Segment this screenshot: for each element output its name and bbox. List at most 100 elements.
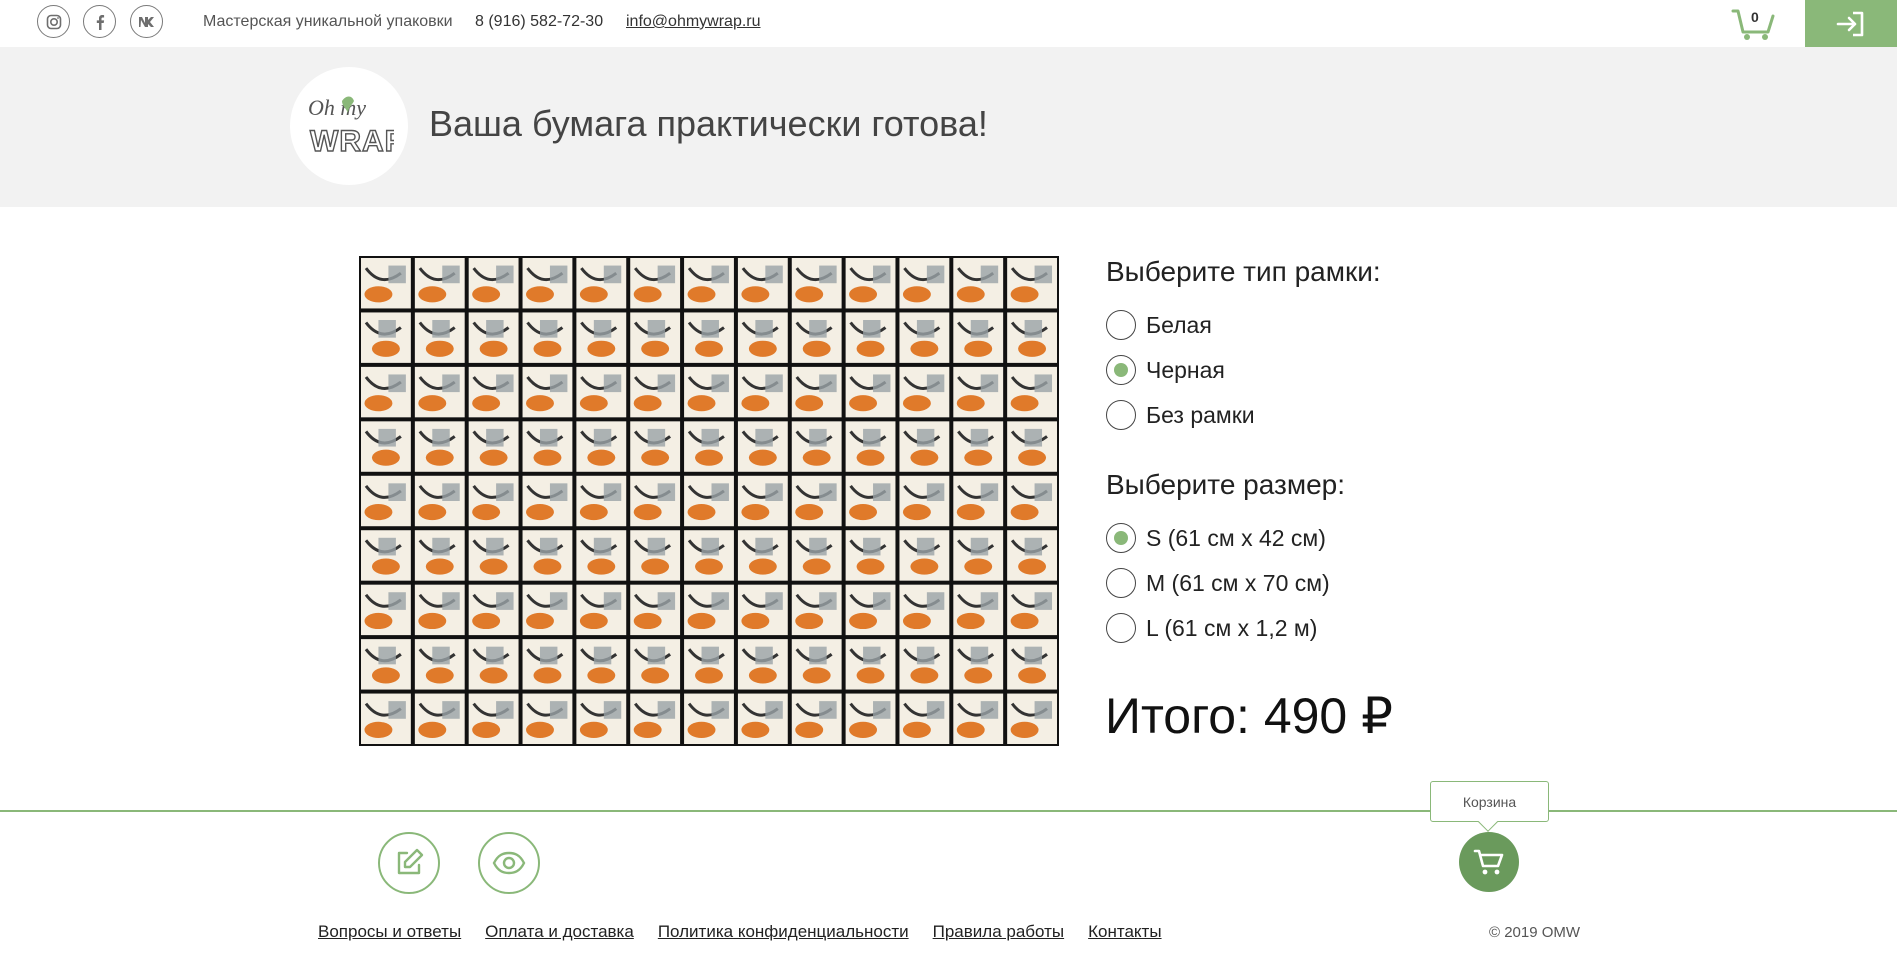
size-option-label: S (61 см х 42 см)	[1146, 524, 1326, 551]
pattern-tile	[1007, 366, 1057, 418]
logo[interactable]: Oh my WRAP	[290, 67, 408, 185]
pattern-tile	[468, 693, 519, 744]
radio-button[interactable]	[1106, 355, 1136, 385]
cart-count-badge: 0	[1751, 9, 1759, 25]
pattern-tile	[522, 475, 573, 527]
pattern-tile	[522, 639, 573, 690]
footer-link[interactable]: Политика конфиденциальности	[658, 922, 909, 942]
pattern-tile	[953, 475, 1004, 527]
pattern-tile	[737, 693, 788, 744]
pattern-tile	[845, 693, 896, 744]
vk-icon[interactable]	[130, 5, 163, 38]
size-option[interactable]: S (61 см х 42 см)	[1106, 522, 1326, 554]
phone-number[interactable]: 8 (916) 582-72-30	[475, 13, 603, 31]
footer-link[interactable]: Правила работы	[933, 922, 1064, 942]
radio-button[interactable]	[1106, 400, 1136, 430]
radio-button[interactable]	[1106, 523, 1136, 553]
size-option-label: M (61 см х 70 см)	[1146, 569, 1330, 596]
pattern-tile	[630, 584, 681, 636]
frame-type-option-label: Без рамки	[1146, 401, 1255, 428]
footer-divider	[0, 810, 1897, 812]
pattern-tile	[845, 258, 896, 309]
frame-type-option[interactable]: Без рамки	[1106, 399, 1255, 431]
pattern-tile	[791, 312, 842, 363]
pattern-tile	[522, 693, 573, 744]
footer-links: Вопросы и ответы Оплата и доставка Политик…	[318, 922, 1162, 942]
pattern-tile	[953, 421, 1004, 472]
add-to-cart-button[interactable]	[1459, 832, 1519, 892]
pattern-tile	[522, 258, 573, 309]
pattern-tile	[791, 421, 842, 472]
pattern-tile	[414, 475, 465, 527]
radio-button[interactable]	[1106, 613, 1136, 643]
radio-selected-dot	[1114, 363, 1128, 377]
pattern-tile	[845, 530, 896, 581]
radio-button[interactable]	[1106, 568, 1136, 598]
pattern-tile	[737, 584, 788, 636]
pattern-tile	[414, 639, 465, 690]
pattern-tile	[737, 475, 788, 527]
facebook-icon[interactable]	[83, 5, 116, 38]
pattern-tile	[684, 693, 734, 744]
pattern-tile	[468, 639, 519, 690]
pattern-tile	[630, 693, 681, 744]
pattern-tile	[576, 584, 627, 636]
size-option-label: L (61 см х 1,2 м)	[1146, 614, 1318, 641]
size-option[interactable]: L (61 см х 1,2 м)	[1106, 612, 1317, 644]
pattern-tile	[953, 693, 1004, 744]
pattern-tile	[845, 584, 896, 636]
pattern-tile	[953, 312, 1004, 363]
radio-button[interactable]	[1106, 310, 1136, 340]
pattern-tile	[845, 312, 896, 363]
pattern-tile	[791, 693, 842, 744]
frame-type-option[interactable]: Белая	[1106, 309, 1212, 341]
pattern-tile	[361, 366, 411, 418]
pattern-tile	[899, 258, 950, 309]
pattern-tile	[684, 366, 734, 418]
pattern-tile	[468, 530, 519, 581]
pattern-tile	[414, 258, 465, 309]
pattern-tile	[576, 693, 627, 744]
pattern-tile	[791, 366, 842, 418]
pattern-tile	[684, 639, 734, 690]
edit-button[interactable]	[378, 832, 440, 894]
frame-type-option-label: Черная	[1146, 356, 1225, 383]
pattern-tile	[845, 639, 896, 690]
pattern-tile	[737, 530, 788, 581]
footer-link[interactable]: Контакты	[1088, 922, 1161, 942]
pattern-tile	[953, 584, 1004, 636]
footer-link[interactable]: Оплата и доставка	[485, 922, 634, 942]
pattern-tile	[522, 421, 573, 472]
size-option[interactable]: M (61 см х 70 см)	[1106, 567, 1330, 599]
pattern-tile	[576, 258, 627, 309]
pattern-tile	[684, 475, 734, 527]
logo-mark: Oh my WRAP	[308, 95, 394, 159]
instagram-icon[interactable]	[37, 5, 70, 38]
pattern-tile	[1007, 475, 1057, 527]
pattern-tile	[361, 312, 411, 363]
preview-button[interactable]	[478, 832, 540, 894]
login-button[interactable]	[1805, 0, 1897, 47]
pattern-tile	[361, 421, 411, 472]
footer-link[interactable]: Вопросы и ответы	[318, 922, 461, 942]
copyright: © 2019 OMW	[1489, 924, 1581, 941]
pattern-tile	[791, 530, 842, 581]
email-link[interactable]: info@ohmywrap.ru	[626, 13, 761, 31]
pattern-tile	[791, 258, 842, 309]
pattern-tile	[684, 584, 734, 636]
frame-type-heading: Выберите тип рамки:	[1106, 256, 1381, 287]
pattern-tile	[899, 639, 950, 690]
pattern-tile	[791, 584, 842, 636]
pattern-tile	[630, 258, 681, 309]
pattern-tile	[522, 530, 573, 581]
frame-type-option[interactable]: Черная	[1106, 354, 1225, 386]
pattern-tile	[953, 366, 1004, 418]
pattern-tile	[737, 366, 788, 418]
pattern-tile	[468, 312, 519, 363]
pattern-tile	[361, 258, 411, 309]
radio-selected-dot	[1114, 531, 1128, 545]
pattern-tile	[899, 693, 950, 744]
pattern-tile	[468, 366, 519, 418]
pattern-tile	[630, 421, 681, 472]
pattern-tile	[1007, 312, 1057, 363]
